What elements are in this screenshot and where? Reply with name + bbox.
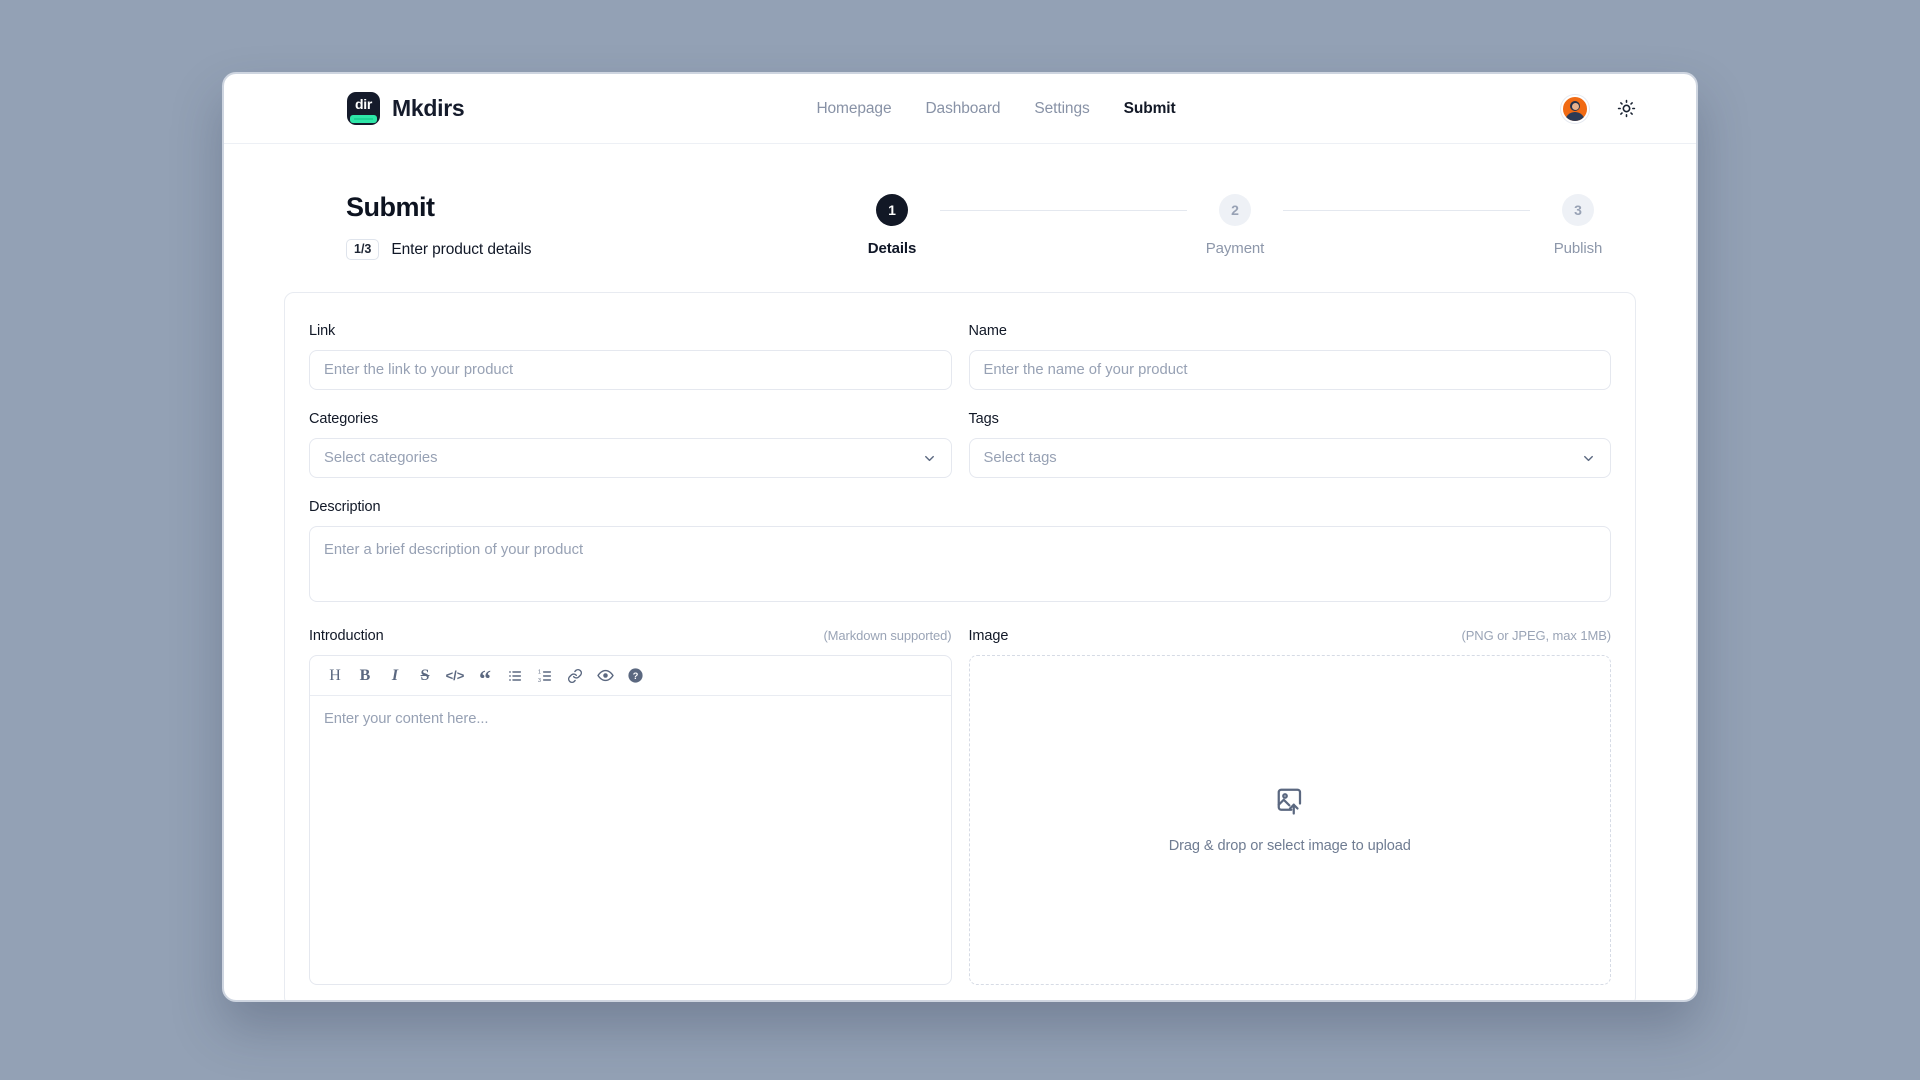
logo-accent-bar xyxy=(350,115,377,123)
label-row-introduction: Introduction (Markdown supported) xyxy=(309,628,952,644)
step-label-details: Details xyxy=(867,240,917,257)
form-row-categories-tags: Categories Select categories Tags Select… xyxy=(309,411,1611,499)
label-row-image: Image (PNG or JPEG, max 1MB) xyxy=(969,628,1612,644)
step-label-payment: Payment xyxy=(1205,240,1265,257)
page-header-left: Submit 1/3 Enter product details xyxy=(284,192,844,261)
step-label-publish: Publish xyxy=(1553,240,1603,257)
hint-markdown-supported: (Markdown supported) xyxy=(823,628,952,644)
field-tags: Tags Select tags xyxy=(968,411,1612,479)
sun-icon[interactable] xyxy=(1617,99,1636,118)
hint-image-format: (PNG or JPEG, max 1MB) xyxy=(1461,628,1612,644)
field-link: Link xyxy=(309,323,952,391)
bullet-list-icon[interactable] xyxy=(502,663,528,689)
categories-select-value: Select categories xyxy=(324,450,438,467)
help-icon[interactable]: ? xyxy=(622,663,648,689)
tags-select-value: Select tags xyxy=(983,450,1057,467)
label-link: Link xyxy=(309,323,336,340)
brand-logo[interactable]: dir Mkdirs xyxy=(347,92,465,125)
label-categories: Categories xyxy=(309,411,379,428)
header-actions xyxy=(1561,94,1636,123)
tags-select[interactable]: Select tags xyxy=(968,438,1611,479)
image-upload-icon xyxy=(1277,789,1301,815)
mkdirs-logo-icon: dir xyxy=(347,92,380,125)
browser-window: dir Mkdirs Homepage Dashboard Settings S… xyxy=(222,72,1698,1002)
page-header: Submit 1/3 Enter product details 1 Detai… xyxy=(284,144,1636,261)
image-dropzone[interactable]: Drag & drop or select image to upload xyxy=(968,655,1611,986)
markdown-editor: H B I S </> “ 13 ? Enter your content he… xyxy=(309,655,952,986)
strikethrough-icon[interactable]: S xyxy=(412,663,438,689)
step-number-2: 2 xyxy=(1219,194,1251,226)
site-header: dir Mkdirs Homepage Dashboard Settings S… xyxy=(224,74,1696,144)
label-row-description: Description xyxy=(309,499,1611,515)
description-textarea[interactable] xyxy=(309,526,1611,603)
field-introduction: Introduction (Markdown supported) H B I … xyxy=(309,628,952,986)
user-avatar[interactable] xyxy=(1561,94,1589,123)
stepper-connector-2 xyxy=(1283,210,1530,211)
label-row-tags: Tags xyxy=(969,411,1612,427)
field-image: Image (PNG or JPEG, max 1MB) Drag & drop… xyxy=(968,628,1612,986)
label-image: Image xyxy=(968,628,1009,645)
progress-stepper: 1 Details 2 Payment 3 Publish xyxy=(844,192,1636,257)
stepper-step-payment[interactable]: 2 Payment xyxy=(1187,194,1283,257)
nav-item-submit[interactable]: Submit xyxy=(1124,100,1176,118)
stepper-connector-1 xyxy=(940,210,1187,211)
chevron-down-icon xyxy=(924,455,934,461)
link-icon[interactable] xyxy=(562,663,588,689)
nav-item-dashboard[interactable]: Dashboard xyxy=(925,100,1000,118)
page-title: Submit xyxy=(346,192,435,222)
nav-item-settings[interactable]: Settings xyxy=(1034,100,1089,118)
form-row-introduction-image: Introduction (Markdown supported) H B I … xyxy=(309,628,1612,1000)
step-counter-badge: 1/3 xyxy=(346,239,380,261)
markdown-editor-input[interactable]: Enter your content here... xyxy=(310,696,951,984)
avatar-face xyxy=(1571,102,1579,110)
page-content: Submit 1/3 Enter product details 1 Detai… xyxy=(224,144,1696,1000)
label-description: Description xyxy=(309,499,381,516)
heading-icon[interactable]: H xyxy=(322,663,348,689)
link-input[interactable] xyxy=(309,350,952,391)
label-row-link: Link xyxy=(309,323,952,339)
preview-eye-icon[interactable] xyxy=(592,663,618,689)
svg-text:1: 1 xyxy=(538,670,541,676)
logo-mark-text: dir xyxy=(355,96,372,112)
svg-text:?: ? xyxy=(632,671,638,681)
chevron-down-icon xyxy=(1584,455,1593,461)
label-introduction: Introduction xyxy=(309,628,384,645)
field-description: Description xyxy=(309,499,1611,607)
main-nav: Homepage Dashboard Settings Submit xyxy=(816,100,1175,118)
avatar-body xyxy=(1565,111,1585,121)
page-subline: 1/3 Enter product details xyxy=(346,239,844,261)
stepper-step-publish[interactable]: 3 Publish xyxy=(1530,194,1626,257)
name-input[interactable] xyxy=(968,350,1611,391)
nav-item-homepage[interactable]: Homepage xyxy=(816,100,891,118)
bold-icon[interactable]: B xyxy=(352,663,378,689)
svg-text:3: 3 xyxy=(538,678,541,684)
label-name: Name xyxy=(968,323,1007,340)
code-icon[interactable]: </> xyxy=(442,663,468,689)
italic-icon[interactable]: I xyxy=(382,663,408,689)
numbered-list-icon[interactable]: 13 xyxy=(532,663,558,689)
quote-icon[interactable]: “ xyxy=(472,663,498,692)
step-number-1: 1 xyxy=(876,194,908,226)
stepper-step-details[interactable]: 1 Details xyxy=(844,194,940,257)
field-name: Name xyxy=(968,323,1612,391)
field-categories: Categories Select categories xyxy=(309,411,952,479)
step-number-3: 3 xyxy=(1562,194,1594,226)
label-row-name: Name xyxy=(969,323,1612,339)
step-description: Enter product details xyxy=(391,240,532,258)
categories-select[interactable]: Select categories xyxy=(309,438,952,479)
brand-name: Mkdirs xyxy=(392,95,465,121)
dropzone-text: Drag & drop or select image to upload xyxy=(1168,838,1411,855)
form-row-link-name: Link Name xyxy=(309,323,1611,411)
markdown-toolbar: H B I S </> “ 13 ? xyxy=(310,656,951,697)
label-row-categories: Categories xyxy=(309,411,952,427)
submit-form-card: Link Name Categories Sele xyxy=(284,292,1636,1000)
label-tags: Tags xyxy=(968,411,999,428)
